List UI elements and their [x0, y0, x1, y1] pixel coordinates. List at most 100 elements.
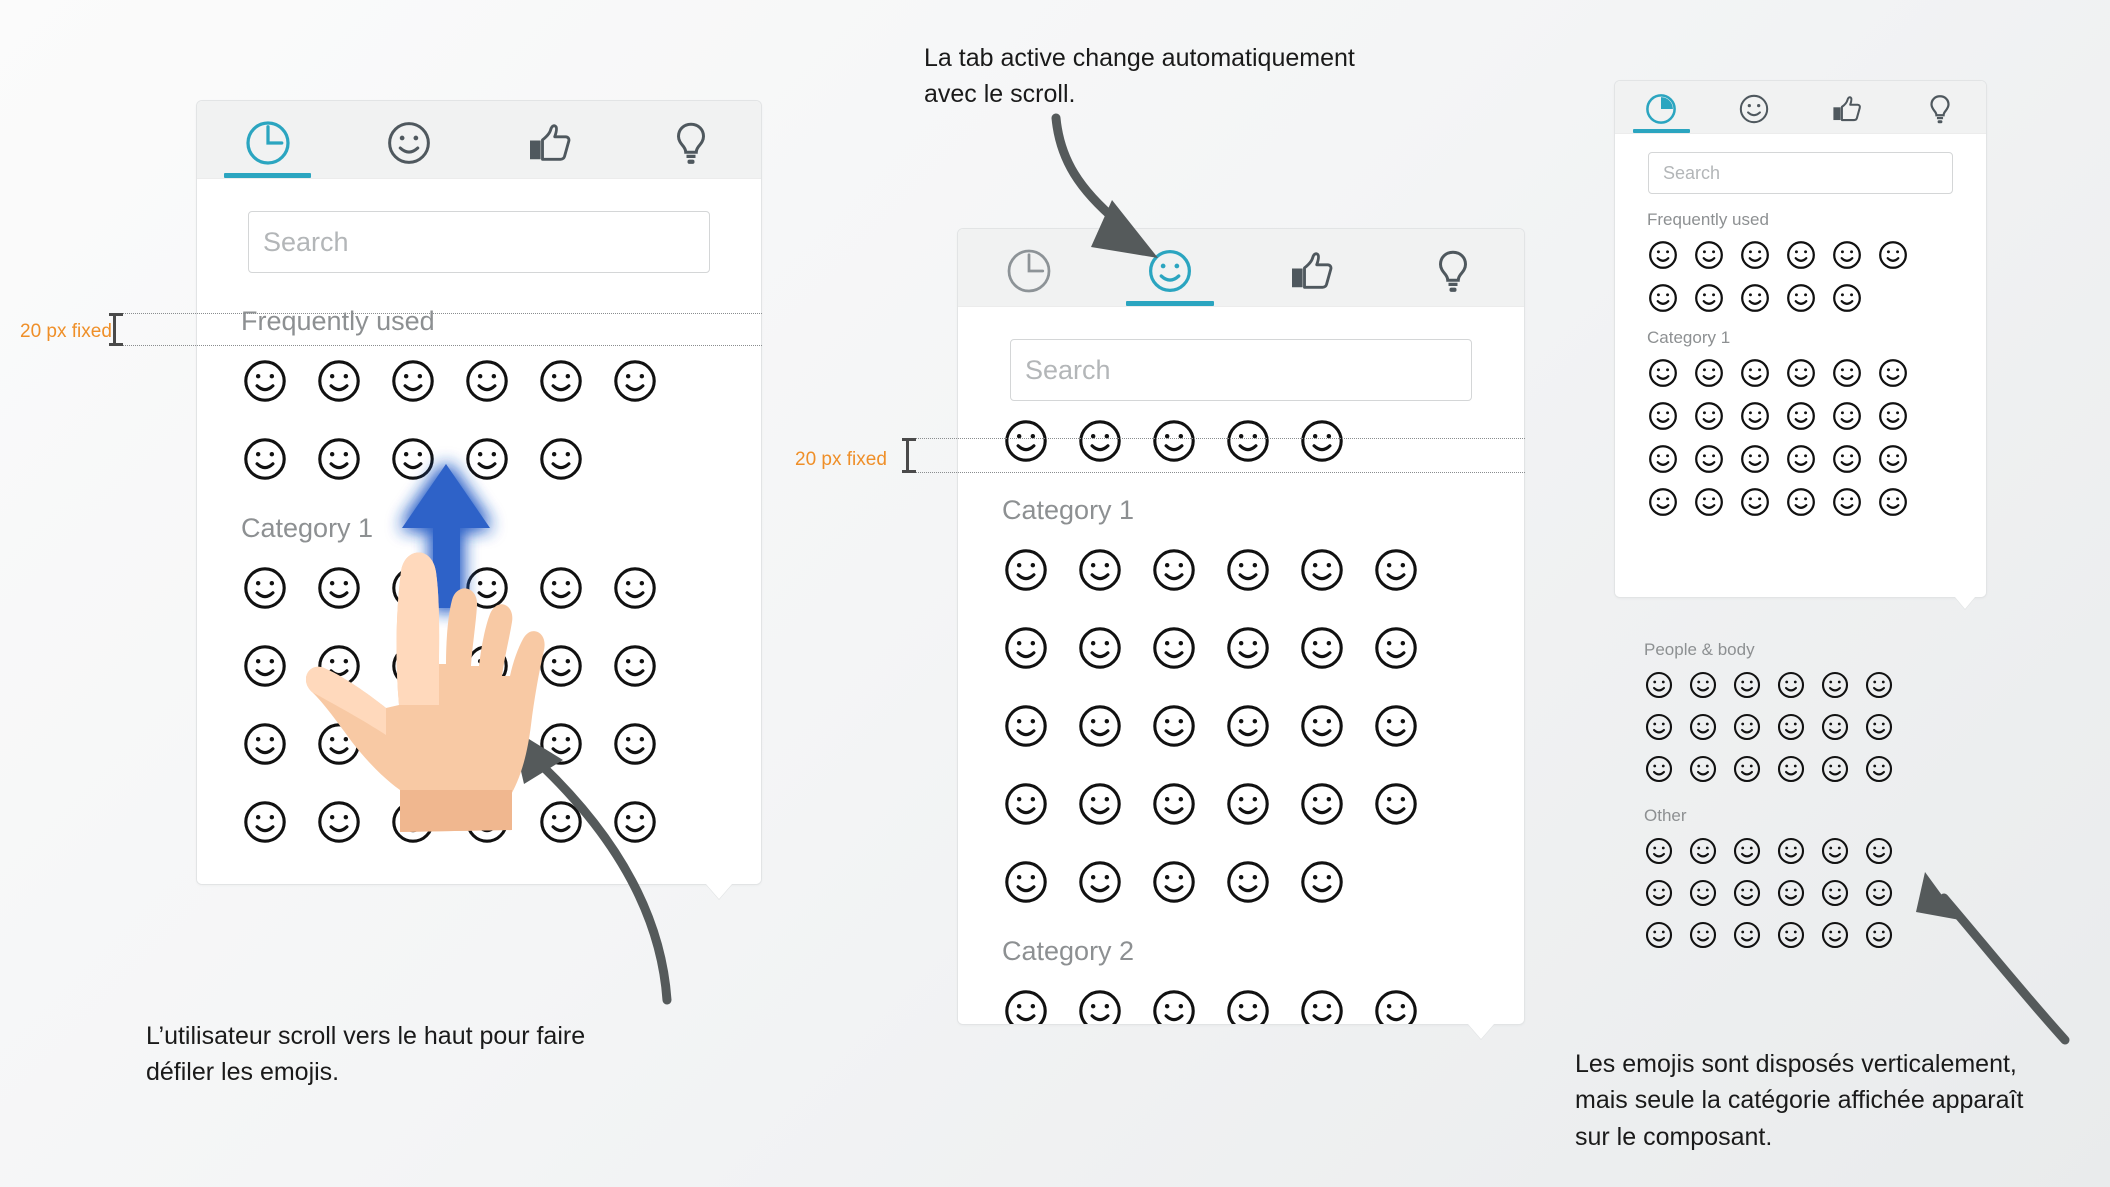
emoji-button[interactable]: [1644, 836, 1674, 866]
emoji-button[interactable]: [1820, 878, 1850, 908]
emoji-button[interactable]: [1224, 780, 1272, 828]
emoji-button[interactable]: [1647, 282, 1679, 314]
emoji-button[interactable]: [1002, 702, 1050, 750]
tab-likes[interactable]: [1241, 234, 1383, 306]
emoji-button[interactable]: [1688, 670, 1718, 700]
emoji-button[interactable]: [1693, 357, 1725, 389]
emoji-button[interactable]: [1150, 858, 1198, 906]
emoji-row[interactable]: [197, 642, 761, 690]
emoji-button[interactable]: [611, 798, 659, 846]
emoji-button[interactable]: [1150, 987, 1198, 1024]
emoji-row[interactable]: [1615, 443, 1986, 475]
emoji-button[interactable]: [1150, 702, 1198, 750]
emoji-button[interactable]: [1877, 357, 1909, 389]
emoji-row[interactable]: [1615, 282, 1986, 314]
emoji-button[interactable]: [1693, 443, 1725, 475]
emoji-button[interactable]: [1820, 712, 1850, 742]
emoji-button[interactable]: [1820, 754, 1850, 784]
tab-bar-middle[interactable]: [958, 229, 1524, 307]
emoji-button[interactable]: [389, 564, 437, 612]
emoji-button[interactable]: [1785, 282, 1817, 314]
emoji-button[interactable]: [1877, 486, 1909, 518]
tab-recent[interactable]: [958, 234, 1100, 306]
emoji-row[interactable]: [1615, 239, 1986, 271]
emoji-button[interactable]: [1298, 702, 1346, 750]
emoji-row[interactable]: [958, 702, 1524, 750]
emoji-button[interactable]: [1739, 239, 1771, 271]
emoji-button[interactable]: [389, 642, 437, 690]
emoji-button[interactable]: [1076, 780, 1124, 828]
emoji-button[interactable]: [389, 798, 437, 846]
emoji-button[interactable]: [1076, 987, 1124, 1024]
emoji-button[interactable]: [1732, 754, 1762, 784]
emoji-button[interactable]: [315, 435, 363, 483]
emoji-button[interactable]: [1002, 624, 1050, 672]
emoji-row[interactable]: [1644, 836, 1984, 866]
tab-smileys[interactable]: [1708, 85, 1801, 133]
emoji-button[interactable]: [537, 642, 585, 690]
emoji-button[interactable]: [1647, 486, 1679, 518]
tab-bar-right[interactable]: [1615, 81, 1986, 134]
emoji-button[interactable]: [1739, 486, 1771, 518]
emoji-button[interactable]: [1820, 920, 1850, 950]
tab-ideas[interactable]: [1893, 85, 1986, 133]
emoji-button[interactable]: [537, 720, 585, 768]
emoji-button[interactable]: [611, 357, 659, 405]
emoji-row[interactable]: [197, 720, 761, 768]
emoji-row[interactable]: [1644, 878, 1984, 908]
panel-body-left[interactable]: Search Frequently used Category 1: [197, 179, 761, 884]
emoji-button[interactable]: [1002, 858, 1050, 906]
emoji-button[interactable]: [537, 357, 585, 405]
emoji-button[interactable]: [1864, 670, 1894, 700]
emoji-button[interactable]: [1820, 836, 1850, 866]
emoji-button[interactable]: [463, 564, 511, 612]
emoji-button[interactable]: [1644, 670, 1674, 700]
emoji-button[interactable]: [1224, 858, 1272, 906]
tab-likes[interactable]: [1801, 85, 1894, 133]
emoji-button[interactable]: [1831, 282, 1863, 314]
search-input[interactable]: Search: [248, 211, 710, 273]
emoji-row[interactable]: [958, 624, 1524, 672]
emoji-button[interactable]: [241, 720, 289, 768]
tab-likes[interactable]: [479, 106, 620, 178]
emoji-button[interactable]: [1076, 546, 1124, 594]
emoji-button[interactable]: [1372, 624, 1420, 672]
tab-ideas[interactable]: [1383, 234, 1525, 306]
emoji-row[interactable]: [958, 780, 1524, 828]
emoji-button[interactable]: [1372, 546, 1420, 594]
emoji-button[interactable]: [1688, 920, 1718, 950]
emoji-row[interactable]: [1644, 754, 1984, 784]
emoji-button[interactable]: [1647, 239, 1679, 271]
emoji-row[interactable]: [197, 798, 761, 846]
emoji-button[interactable]: [1864, 754, 1894, 784]
emoji-button[interactable]: [1372, 780, 1420, 828]
emoji-row[interactable]: [958, 987, 1524, 1024]
emoji-button[interactable]: [463, 798, 511, 846]
emoji-button[interactable]: [1693, 486, 1725, 518]
emoji-button[interactable]: [1776, 712, 1806, 742]
emoji-button[interactable]: [1688, 754, 1718, 784]
emoji-button[interactable]: [611, 564, 659, 612]
emoji-button[interactable]: [1776, 670, 1806, 700]
emoji-button[interactable]: [1693, 282, 1725, 314]
emoji-button[interactable]: [1831, 443, 1863, 475]
emoji-button[interactable]: [1877, 443, 1909, 475]
search-input[interactable]: Search: [1648, 152, 1953, 194]
emoji-button[interactable]: [1776, 754, 1806, 784]
emoji-button[interactable]: [241, 798, 289, 846]
emoji-row[interactable]: [958, 858, 1524, 906]
emoji-button[interactable]: [1224, 624, 1272, 672]
emoji-button[interactable]: [1785, 357, 1817, 389]
emoji-button[interactable]: [1877, 239, 1909, 271]
emoji-button[interactable]: [1831, 239, 1863, 271]
emoji-button[interactable]: [1732, 670, 1762, 700]
emoji-button[interactable]: [1150, 624, 1198, 672]
emoji-button[interactable]: [1776, 920, 1806, 950]
tab-smileys[interactable]: [1100, 234, 1242, 306]
emoji-button[interactable]: [537, 564, 585, 612]
emoji-button[interactable]: [1298, 417, 1346, 465]
emoji-button[interactable]: [1693, 239, 1725, 271]
emoji-button[interactable]: [1864, 836, 1894, 866]
emoji-row[interactable]: [1615, 357, 1986, 389]
emoji-button[interactable]: [389, 720, 437, 768]
